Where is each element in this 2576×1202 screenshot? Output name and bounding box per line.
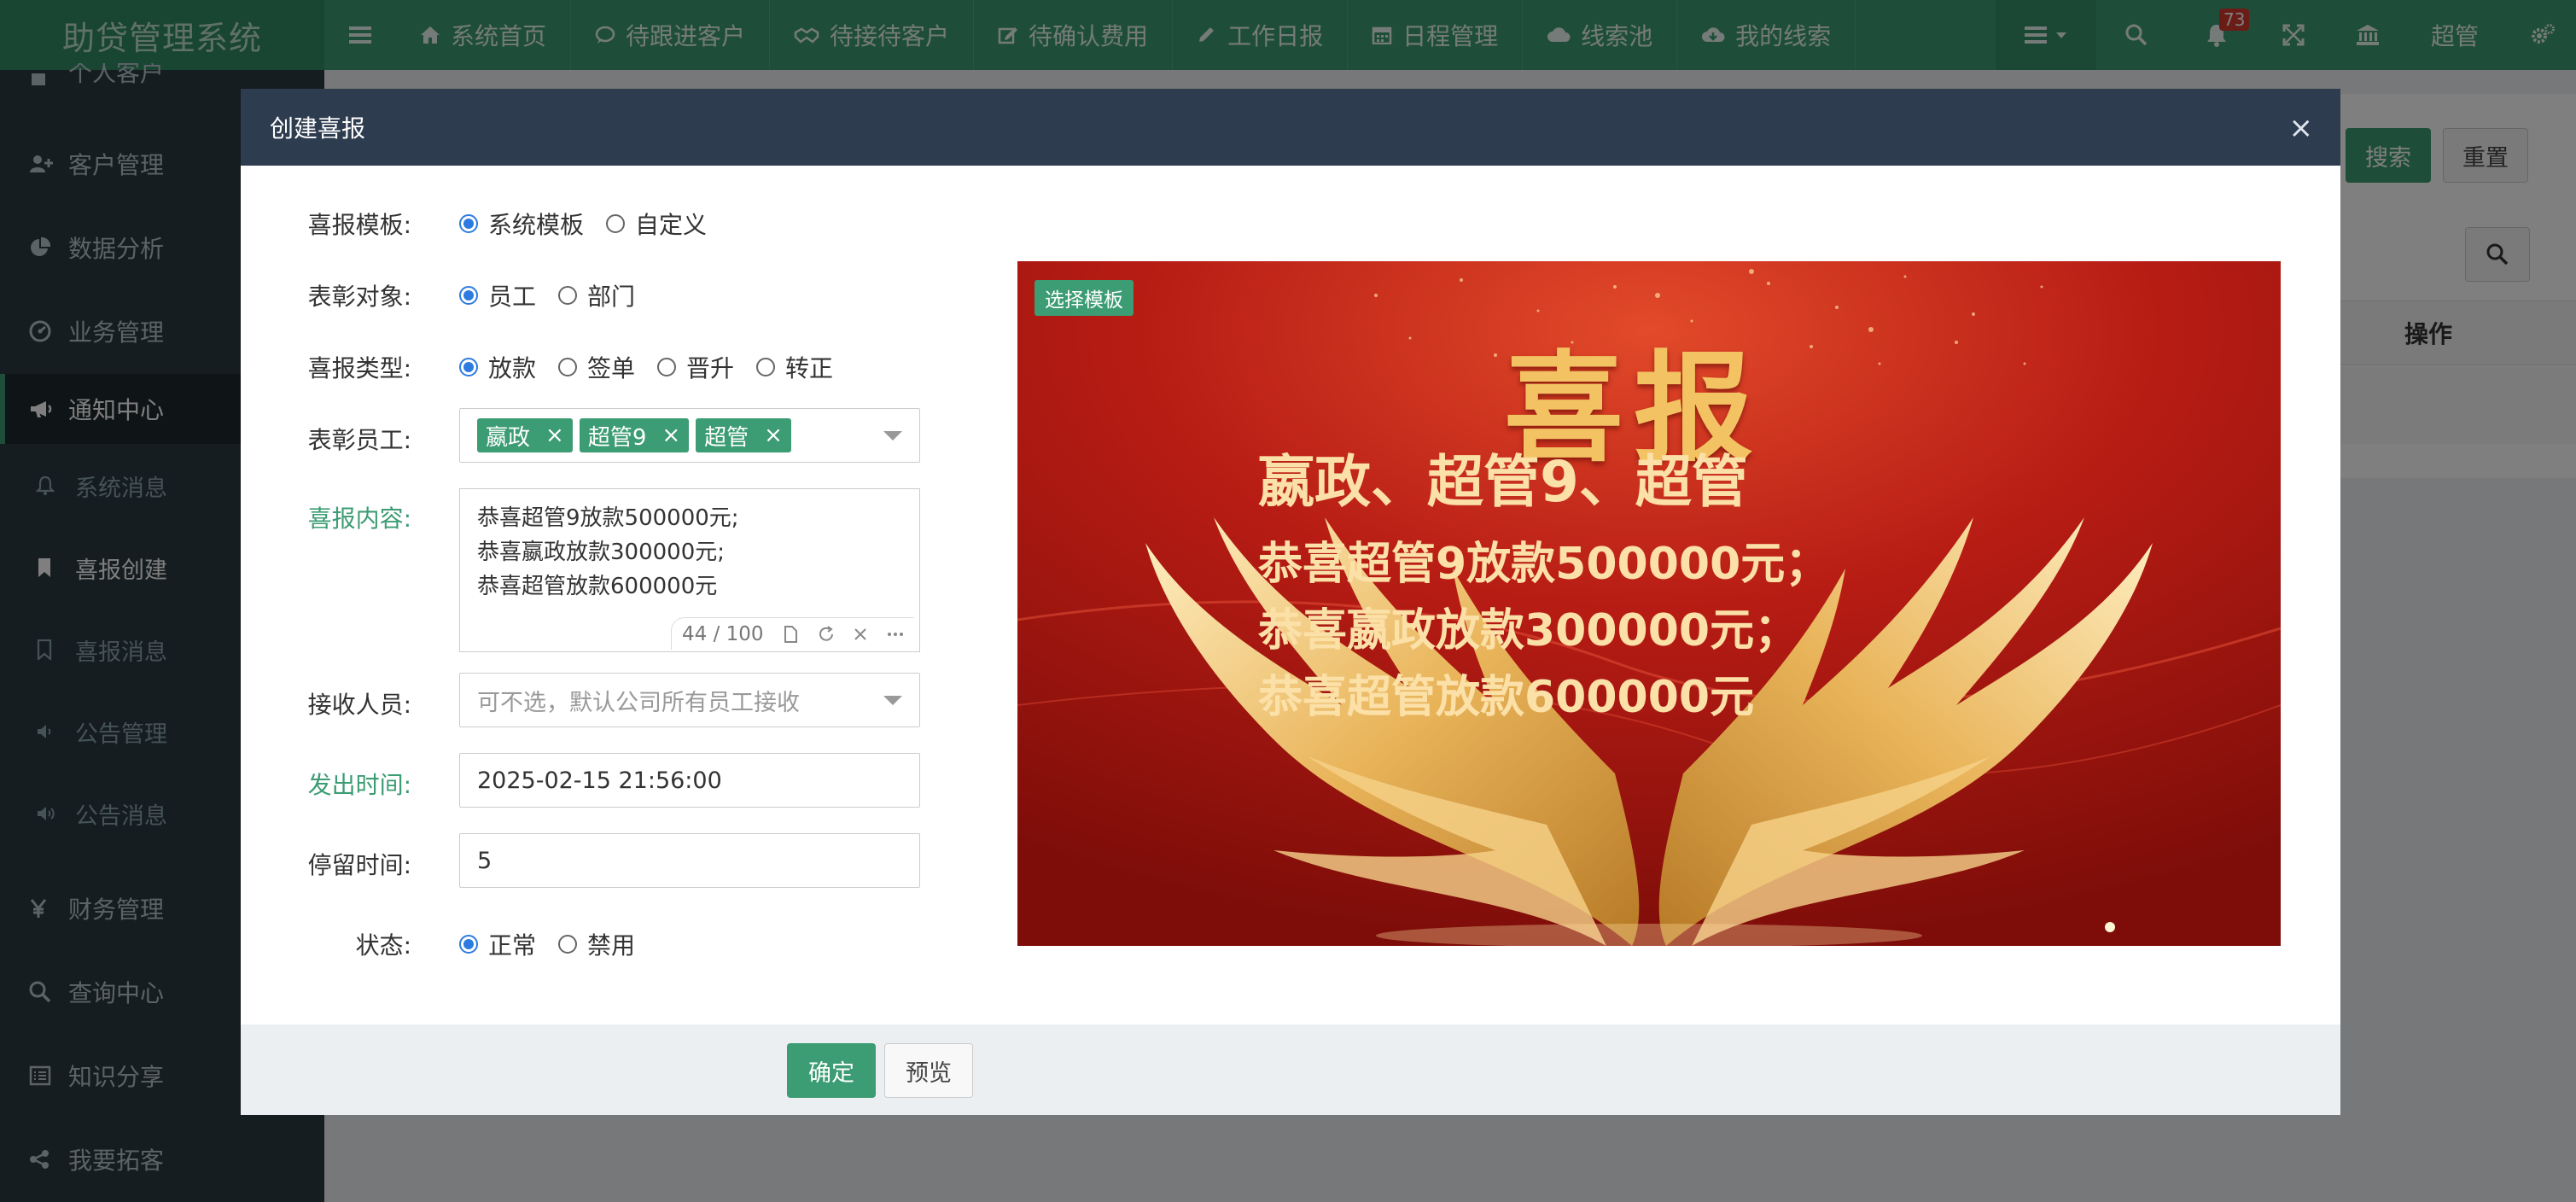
radio-unchecked-icon [756,358,776,376]
stay-time-input[interactable]: 5 [459,833,920,888]
poster-line: 恭喜嬴政放款300000元； [1258,605,1799,656]
dialog-title: 创建喜报 [270,114,366,143]
employee-tag-label: 超管 [704,424,749,451]
receivers-label: 接收人员: [307,691,411,719]
choose-template-button[interactable]: 选择模板 [1034,280,1134,316]
radio-unchecked-icon [657,358,677,376]
content-label: 喜报内容: [307,505,411,533]
copy-icon[interactable] [783,625,798,643]
status-option-disabled-label: 禁用 [587,931,636,960]
radio-checked-icon [459,286,478,305]
type-option-promotion[interactable]: 晋升 [657,350,734,384]
send-time-value: 2025-02-15 21:56:00 [477,767,722,794]
refresh-icon[interactable] [818,625,835,643]
content-line: 恭喜超管放款600000元 [477,574,718,599]
employees-label: 表彰员工: [307,426,411,454]
dialog-header: 创建喜报 × [241,89,2340,166]
more-icon[interactable] [887,632,904,637]
confirm-button[interactable]: 确定 [787,1043,876,1098]
receivers-select[interactable]: 可不选，默认公司所有员工接收 [459,673,920,727]
tag-remove-icon[interactable]: × [661,423,680,448]
target-option-department[interactable]: 部门 [558,278,635,312]
target-label: 表彰对象: [307,283,411,311]
status-option-normal-label: 正常 [488,931,537,960]
template-option-system[interactable]: 系统模板 [459,207,584,241]
tag-remove-icon[interactable]: × [545,423,564,448]
target-option-employee-label: 员工 [488,283,537,311]
radio-unchecked-icon [558,358,578,376]
type-option-promotion-label: 晋升 [686,354,735,382]
stay-time-value: 5 [477,847,492,874]
stay-time-label: 停留时间: [307,851,411,879]
textarea-toolbar: 44 / 100 [671,617,914,650]
employee-tag: 嬴政 × [477,418,573,452]
type-option-sign[interactable]: 签单 [558,350,635,384]
good-news-poster-preview: 选择模板 喜报 嬴政、超管9、超管 恭喜超管9放款500000元； 恭喜嬴政放款… [1017,261,2281,946]
type-option-loan-label: 放款 [488,354,537,382]
send-time-input[interactable]: 2025-02-15 21:56:00 [459,753,920,808]
type-option-regularization[interactable]: 转正 [756,350,833,384]
clear-icon[interactable] [854,627,867,641]
radio-checked-icon [459,358,478,376]
close-icon[interactable]: × [2289,111,2314,145]
content-line: 恭喜超管9放款500000元; [477,505,739,531]
type-option-sign-label: 签单 [587,354,636,382]
target-option-employee[interactable]: 员工 [459,278,536,312]
type-option-loan[interactable]: 放款 [459,350,536,384]
template-label: 喜报模板: [307,211,411,239]
poster-line: 恭喜超管放款600000元 [1258,672,1755,723]
radio-checked-icon [459,214,478,233]
receivers-placeholder: 可不选，默认公司所有员工接收 [477,689,800,716]
chevron-down-icon [883,431,902,441]
radio-unchecked-icon [606,214,626,233]
radio-unchecked-icon [558,935,578,954]
employee-tag: 超管9 × [579,418,690,452]
status-radio-group: 正常 禁用 [459,927,657,961]
status-option-disabled[interactable]: 禁用 [558,927,635,961]
send-time-label: 发出时间: [307,771,411,799]
char-counter: 44 / 100 [682,622,764,645]
target-radio-group: 员工 部门 [459,278,657,312]
poster-line: 恭喜超管9放款500000元； [1258,539,1830,590]
employee-tag-label: 超管9 [587,424,647,451]
template-option-custom-label: 自定义 [635,211,708,239]
template-option-custom[interactable]: 自定义 [606,207,707,241]
employees-multiselect[interactable]: 嬴政 × 超管9 × 超管 × [459,408,920,463]
radio-unchecked-icon [558,286,578,305]
radio-checked-icon [459,935,478,954]
content-line: 恭喜嬴政放款300000元; [477,540,726,565]
preview-button[interactable]: 预览 [884,1043,973,1098]
employee-tag-label: 嬴政 [486,424,531,451]
target-option-department-label: 部门 [587,283,636,311]
chevron-down-icon [883,696,902,705]
type-option-regularization-label: 转正 [785,354,834,382]
poster-names: 嬴政、超管9、超管 [1258,449,1748,515]
employee-tag: 超管 × [696,418,791,452]
tag-remove-icon[interactable]: × [764,423,783,448]
create-good-news-dialog: 创建喜报 × 喜报模板: 系统模板 自定义 表彰对象: 员工 部门 喜报类型: … [241,89,2340,1115]
content-textarea[interactable]: 恭喜超管9放款500000元; 恭喜嬴政放款300000元; 恭喜超管放款600… [459,488,920,652]
status-label: 状态: [355,931,411,960]
template-option-system-label: 系统模板 [488,211,585,239]
template-radio-group: 系统模板 自定义 [459,207,729,241]
dialog-footer: 确定 预览 [241,1024,2340,1115]
type-label: 喜报类型: [307,354,411,382]
status-option-normal[interactable]: 正常 [459,927,536,961]
type-radio-group: 放款 签单 晋升 转正 [459,350,855,384]
